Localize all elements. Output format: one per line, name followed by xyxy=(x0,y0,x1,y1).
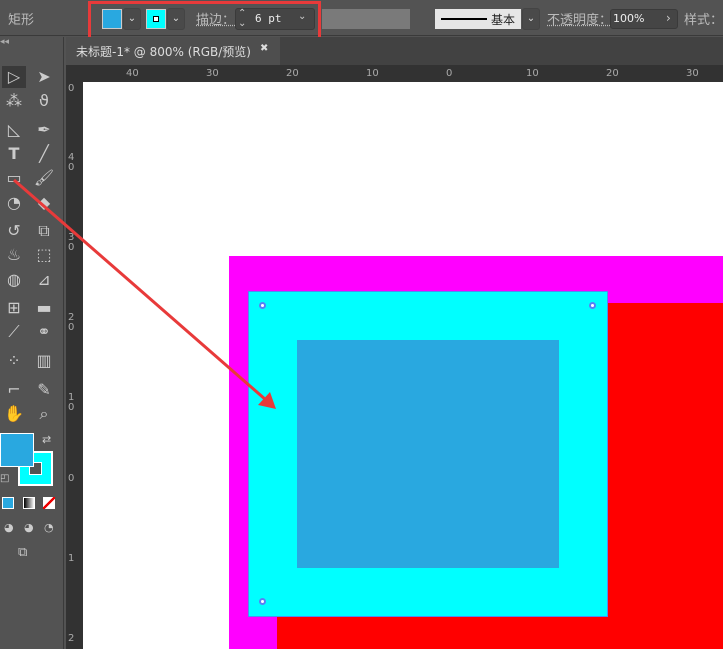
warp-tool-icon[interactable]: ♨ xyxy=(2,244,26,266)
magic-wand-icon[interactable]: ⁂ xyxy=(2,90,26,112)
horizontal-ruler: 40 30 20 10 0 10 20 30 xyxy=(66,65,723,82)
rectangle-tool-icon[interactable]: ▭ xyxy=(2,167,26,189)
toolbox: ◂◂ ▷ ➤ ⁂ ϑ ◺ ✒ T ╱ ▭ 🖌 ◔ ◆ ↺ ⧉ ♨ ⬚ ◍ ⊿ ⊞… xyxy=(0,37,64,649)
screen-mode-icon[interactable]: ⧉ xyxy=(18,545,27,560)
corner-widget-icon[interactable] xyxy=(589,302,596,309)
inner-rectangle[interactable] xyxy=(297,340,559,568)
ruler-label: 30 xyxy=(206,68,219,79)
gradient-tool-icon[interactable]: ▬ xyxy=(32,297,56,319)
graph-tool-icon[interactable]: ▥ xyxy=(32,350,56,372)
corner-widget-icon[interactable] xyxy=(259,598,266,605)
pen-tool-icon[interactable]: ✒ xyxy=(32,119,56,141)
paintbrush-icon[interactable]: 🖌 xyxy=(32,167,56,189)
gradient-mode-icon[interactable] xyxy=(23,497,35,509)
profile-label: 基本 xyxy=(491,13,516,27)
document-tabbar: 未标题-1* @ 800% (RGB/预览) ✖ xyxy=(66,37,723,65)
vertical-ruler: 0 40 30 20 10 0 1 2 xyxy=(66,65,83,649)
ruler-label: 0 xyxy=(68,83,75,94)
ruler-label: 20 xyxy=(286,68,299,79)
type-tool-icon[interactable]: T xyxy=(2,143,26,165)
scale-tool-icon[interactable]: ⧉ xyxy=(32,220,56,242)
ruler-label: 40 xyxy=(68,152,75,173)
document-title: 未标题-1* @ 800% (RGB/预览) xyxy=(76,45,251,59)
free-transform-icon[interactable]: ⬚ xyxy=(32,244,56,266)
zoom-tool-icon[interactable]: ⌕ xyxy=(32,403,56,425)
ruler-label: 2 xyxy=(68,633,75,644)
fill-color-box[interactable] xyxy=(0,433,34,467)
mesh-tool-icon[interactable]: ⊞ xyxy=(2,297,26,319)
ruler-label: 0 xyxy=(68,473,75,484)
artboard[interactable] xyxy=(83,82,723,649)
opacity-field[interactable]: 100% › xyxy=(610,9,678,29)
style-label: 样式： xyxy=(684,13,723,28)
draw-normal-icon[interactable]: ◕ xyxy=(4,521,14,534)
perspective-grid-icon[interactable]: ⊿ xyxy=(32,269,56,291)
blend-tool-icon[interactable]: ⚭ xyxy=(32,321,56,343)
close-icon[interactable]: ✖ xyxy=(260,43,268,54)
eyedropper-icon[interactable]: ⟋ xyxy=(2,321,26,343)
ruler-label: 30 xyxy=(68,232,75,253)
line-tool-icon[interactable]: ╱ xyxy=(32,143,56,165)
artboard-tool-icon[interactable]: ⌐ xyxy=(2,379,26,401)
ruler-label: 10 xyxy=(366,68,379,79)
tool-name: 矩形 xyxy=(8,13,35,28)
swap-colors-icon[interactable]: ⇄ xyxy=(42,433,51,446)
selection-tool-icon[interactable]: ▷ xyxy=(2,66,26,88)
corner-widget-icon[interactable] xyxy=(259,302,266,309)
slice-tool-icon[interactable]: ✎ xyxy=(32,379,56,401)
document-tab[interactable]: 未标题-1* @ 800% (RGB/预览) ✖ xyxy=(66,37,280,65)
draw-inside-icon[interactable]: ◔ xyxy=(44,521,54,534)
curvature-tool-icon[interactable]: ◺ xyxy=(2,119,26,141)
shape-builder-icon[interactable]: ◍ xyxy=(2,269,26,291)
ruler-label: 40 xyxy=(126,68,139,79)
ruler-label: 10 xyxy=(68,392,75,413)
color-mode-icon[interactable] xyxy=(2,497,14,509)
ruler-label: 10 xyxy=(526,68,539,79)
brush-profile[interactable]: 基本 xyxy=(435,9,521,29)
shaper-tool-icon[interactable]: ◔ xyxy=(2,192,26,214)
opacity-value: 100% xyxy=(613,12,645,25)
chevron-right-icon[interactable]: › xyxy=(666,11,671,25)
draw-behind-icon[interactable]: ◕ xyxy=(24,521,34,534)
opacity-label[interactable]: 不透明度： xyxy=(547,9,612,28)
rotate-tool-icon[interactable]: ↺ xyxy=(2,220,26,242)
ruler-label: 20 xyxy=(606,68,619,79)
eraser-icon[interactable]: ◆ xyxy=(32,192,56,214)
ruler-label: 1 xyxy=(68,553,75,564)
ruler-label: 30 xyxy=(686,68,699,79)
selected-rectangle[interactable] xyxy=(248,291,608,617)
lasso-icon[interactable]: ϑ xyxy=(32,90,56,112)
ruler-label: 20 xyxy=(68,312,75,333)
direct-selection-tool-icon[interactable]: ➤ xyxy=(32,66,56,88)
hand-tool-icon[interactable]: ✋ xyxy=(2,403,26,425)
none-mode-icon[interactable] xyxy=(43,497,55,509)
symbol-sprayer-icon[interactable]: ⁘ xyxy=(2,350,26,372)
collapse-icon[interactable]: ◂◂ xyxy=(0,37,9,47)
default-colors-icon[interactable]: ◰ xyxy=(0,473,9,484)
ruler-label: 0 xyxy=(446,68,453,79)
profile-dropdown[interactable]: ⌄ xyxy=(522,8,540,30)
variable-width-field[interactable] xyxy=(322,9,410,29)
